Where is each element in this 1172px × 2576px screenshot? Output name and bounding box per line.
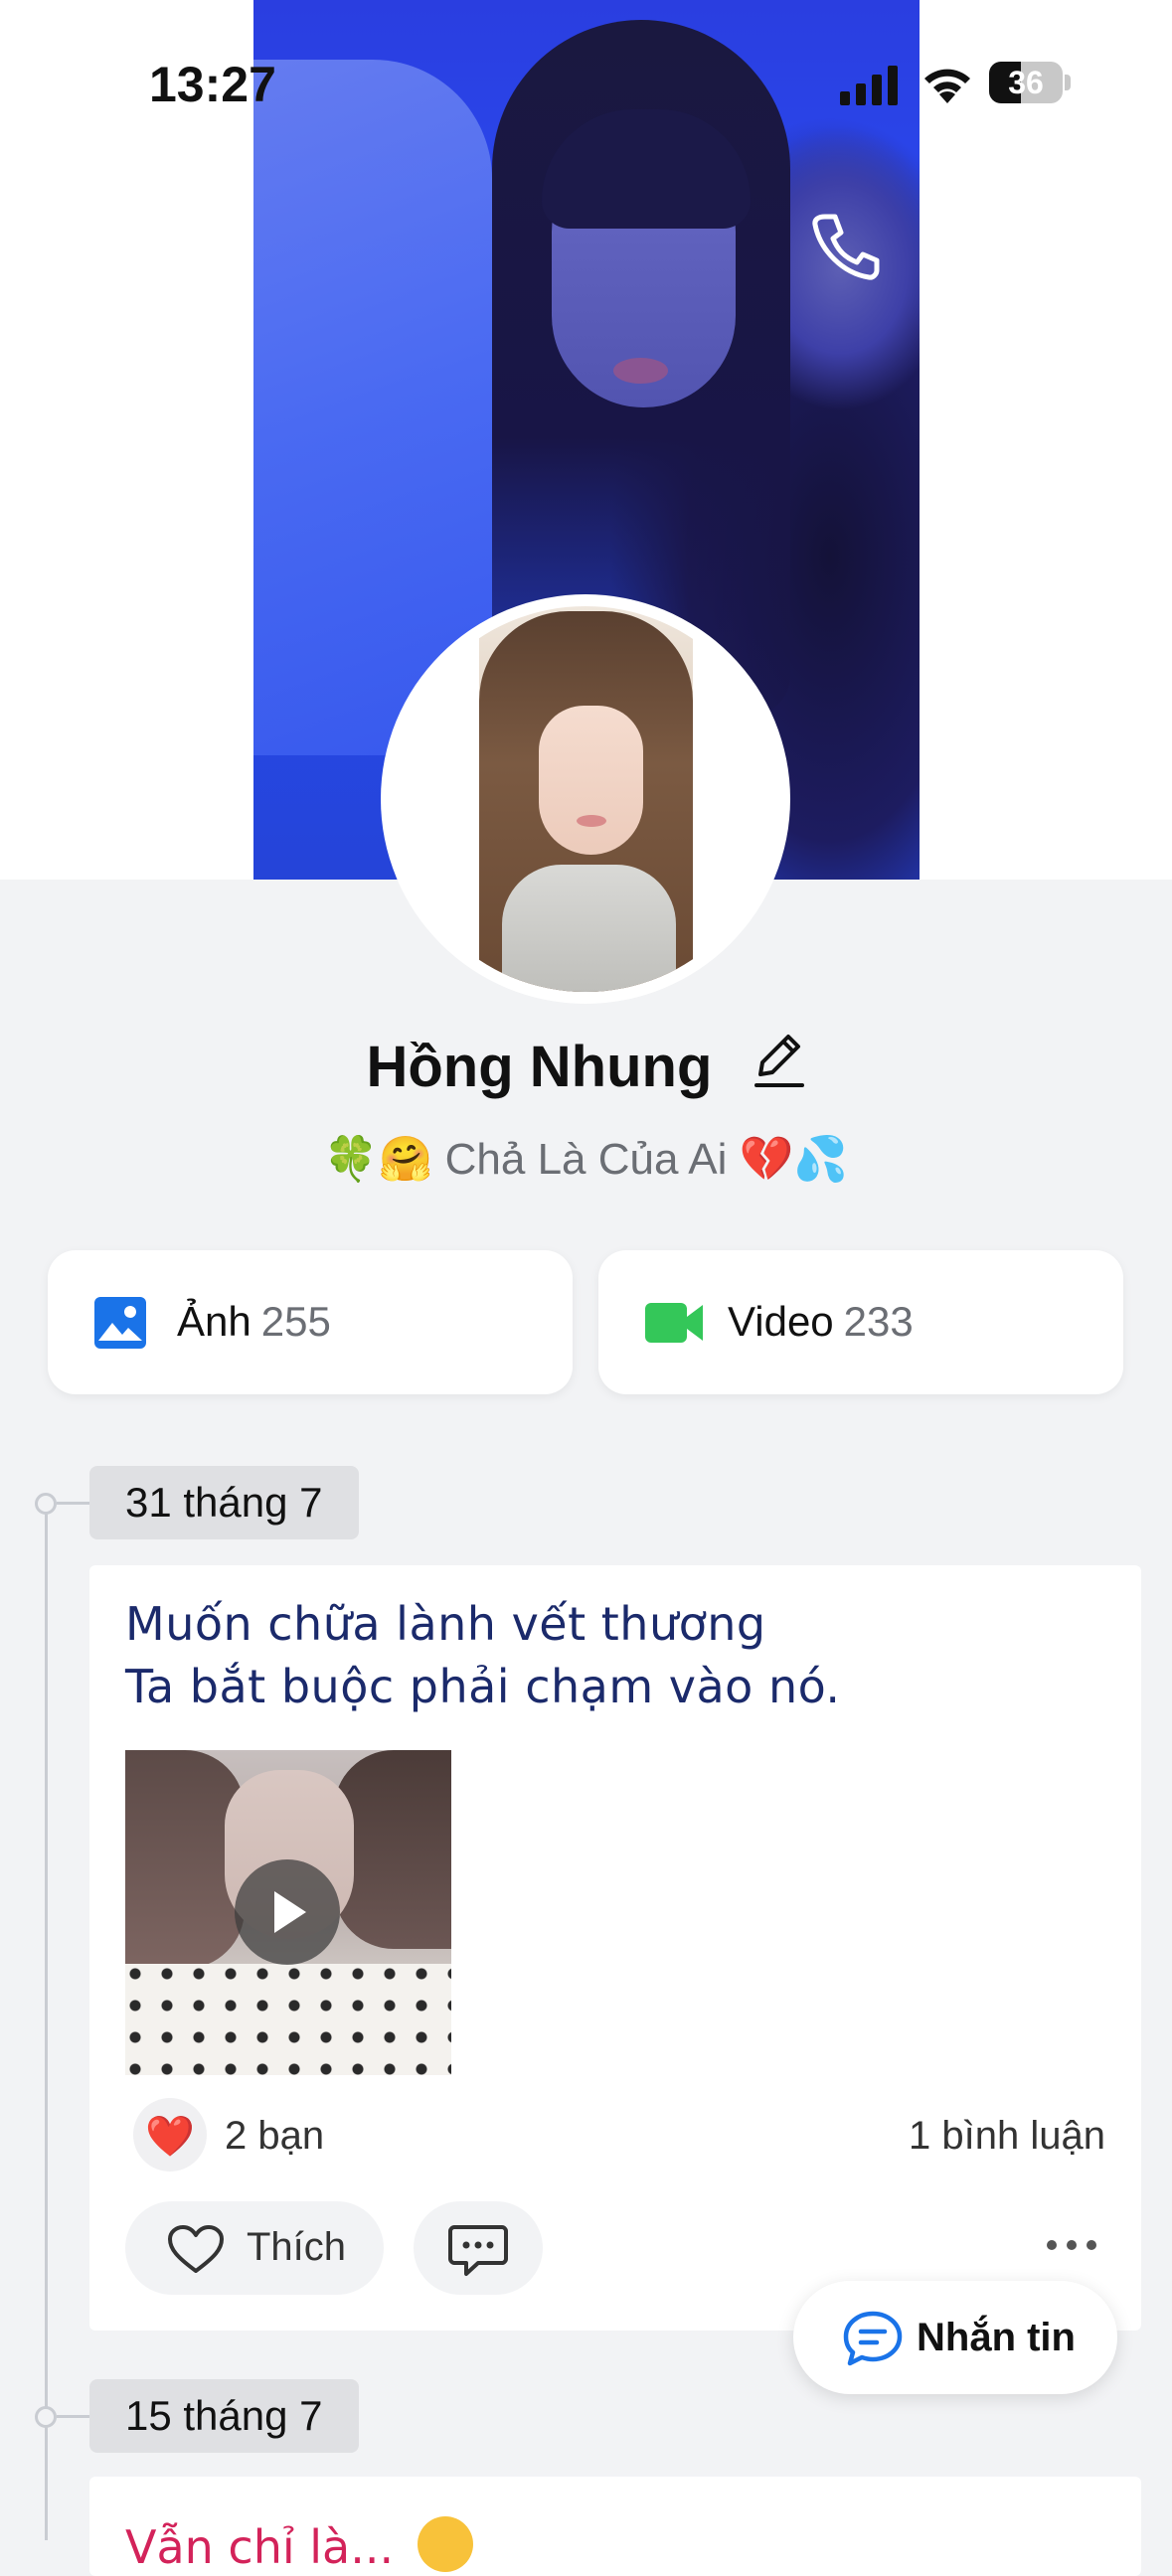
message-button-label: Nhắn tin — [917, 2316, 1076, 2359]
phone-icon — [812, 214, 880, 280]
post-text: Muốn chữa lành vết thương Ta bắt buộc ph… — [125, 1593, 841, 1718]
avatar-photo-shirt — [502, 865, 676, 992]
photos-label: Ảnh — [177, 1298, 251, 1345]
message-button[interactable]: Nhắn tin — [793, 2281, 1117, 2394]
profile-name: Hồng Nhung — [366, 1034, 713, 1099]
heart-outline-icon — [168, 2225, 224, 2273]
heart-reaction-icon: ❤️ — [133, 2098, 207, 2172]
avatar[interactable] — [393, 606, 778, 992]
battery-level: 36 — [1008, 65, 1044, 100]
comment-icon — [448, 2225, 508, 2276]
user-settings-icon — [942, 211, 1012, 282]
profile-name-row: Hồng Nhung — [0, 1029, 1172, 1104]
edit-name-button[interactable] — [751, 1029, 806, 1104]
post-text-line: Ta bắt buộc phải chạm vào nó. — [125, 1660, 841, 1713]
play-button[interactable] — [235, 1859, 340, 1965]
more-horizontal-icon — [1071, 234, 1146, 253]
image-icon — [94, 1297, 146, 1349]
emoji-icon — [418, 2516, 473, 2572]
comment-button[interactable] — [414, 2201, 543, 2295]
cover-photo-lips — [613, 358, 668, 384]
videos-card[interactable]: Video 233 — [598, 1250, 1123, 1394]
status-time: 13:27 — [149, 57, 276, 112]
date-chip: 15 tháng 7 — [89, 2379, 359, 2453]
post-more-options-icon[interactable] — [1044, 2237, 1099, 2253]
signal-icon — [840, 66, 898, 105]
call-button[interactable] — [805, 207, 885, 286]
comment-count[interactable]: 1 bình luận — [909, 2114, 1105, 2159]
like-button[interactable]: Thích — [125, 2201, 384, 2295]
like-label: Thích — [247, 2225, 347, 2269]
avatar-photo-lips — [577, 815, 606, 827]
videos-count: 233 — [843, 1298, 914, 1345]
wifi-icon — [924, 69, 970, 103]
photos-card-text: Ảnh 255 — [177, 1298, 331, 1346]
video-thumb-polka-top — [125, 1964, 451, 2075]
chevron-left-icon — [46, 218, 78, 273]
post-card[interactable]: Vẫn chỉ là... — [89, 2477, 1141, 2576]
date-chip: 31 tháng 7 — [89, 1466, 359, 1539]
timeline-line — [45, 1501, 48, 2540]
post-card[interactable]: Muốn chữa lành vết thương Ta bắt buộc ph… — [89, 1565, 1141, 2331]
videos-card-text: Video 233 — [728, 1298, 914, 1346]
timeline-dot — [35, 1493, 57, 1515]
post-video-thumbnail[interactable] — [125, 1750, 451, 2075]
avatar-photo-face — [539, 706, 643, 855]
user-settings-button[interactable] — [939, 204, 1019, 288]
play-icon — [274, 1891, 306, 1933]
photos-card[interactable]: Ảnh 255 — [48, 1250, 573, 1394]
reaction-count[interactable]: 2 bạn — [225, 2114, 324, 2159]
more-options-button[interactable] — [1069, 224, 1148, 263]
battery-icon: 36 — [989, 62, 1071, 103]
chat-bubble-icon — [843, 2311, 903, 2366]
videos-label: Video — [728, 1298, 834, 1345]
photos-count: 255 — [260, 1298, 331, 1345]
back-button[interactable] — [35, 211, 94, 280]
pencil-icon — [753, 1035, 804, 1087]
profile-bio: 🍀🤗 Chả Là Của Ai 💔💦 — [323, 1135, 849, 1184]
timeline-dot — [35, 2406, 57, 2428]
video-camera-icon — [645, 1303, 703, 1343]
post-text-line: Muốn chữa lành vết thương — [125, 1597, 766, 1651]
post-text: Vẫn chỉ là... — [125, 2520, 395, 2574]
